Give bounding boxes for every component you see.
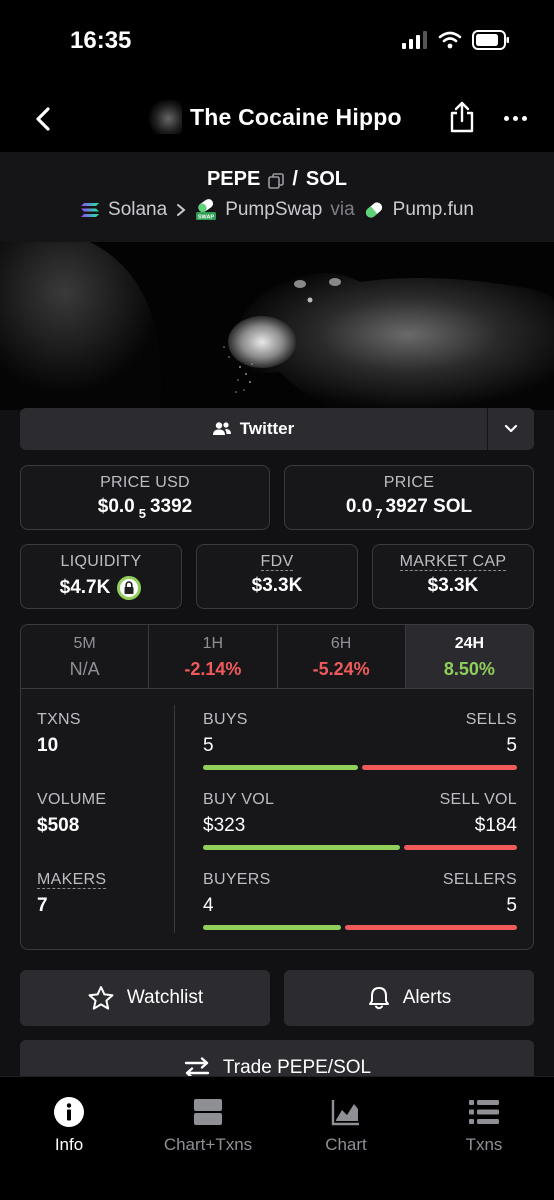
liquidity-label: LIQUIDITY	[60, 553, 142, 570]
lock-icon[interactable]	[116, 575, 142, 601]
tab-24h[interactable]: 24H 8.50%	[405, 625, 533, 688]
info-content[interactable]: PEPE / SOL Solana SWAP PumpSwap via Pump…	[0, 152, 554, 1076]
makers-stat: MAKERS 7	[37, 871, 107, 916]
buys-bar-segment	[203, 765, 358, 770]
back-button[interactable]	[28, 102, 58, 136]
buyers-sellers-bar	[203, 925, 517, 930]
tab-chart[interactable]: Chart	[281, 1097, 411, 1155]
swap-arrows-icon	[184, 1057, 210, 1076]
via-label: via	[330, 199, 355, 220]
wifi-icon	[438, 31, 462, 49]
txns-stat: TXNS 10	[37, 711, 81, 756]
stats-panel: 5M N/A 1H -2.14% 6H -5.24% 24H 8.50% TXN…	[20, 624, 534, 950]
battery-icon	[472, 30, 509, 50]
timeframe-tabs: 5M N/A 1H -2.14% 6H -5.24% 24H 8.50%	[21, 625, 533, 689]
alerts-button[interactable]: Alerts	[284, 970, 534, 1026]
pumpswap-icon: SWAP	[196, 199, 217, 221]
twitter-button[interactable]: Twitter	[20, 408, 486, 450]
chain-link[interactable]: Solana	[108, 199, 167, 221]
market-cap-value: $3.3K	[427, 575, 479, 596]
list-icon	[469, 1100, 499, 1124]
chevron-left-icon	[36, 107, 50, 131]
volume-stat: VOLUME $508	[37, 791, 107, 836]
dex-link[interactable]: PumpSwap	[225, 199, 322, 221]
star-icon	[88, 986, 114, 1010]
social-links-row: Twitter	[20, 408, 534, 450]
liquidity-value: $4.7K	[21, 575, 181, 601]
pair-header: PEPE / SOL Solana SWAP PumpSwap via Pump…	[0, 152, 554, 242]
token-avatar	[148, 100, 182, 134]
token-title: The Cocaine Hippo	[148, 100, 402, 134]
tab-5m[interactable]: 5M N/A	[21, 625, 150, 688]
fdv-card: FDV $3.3K	[196, 544, 358, 609]
buy-sell-volume-bar	[203, 845, 517, 850]
copy-icon[interactable]	[268, 172, 285, 189]
buy-volume-bar-segment	[203, 845, 400, 850]
tab-info[interactable]: Info	[4, 1097, 134, 1155]
share-icon	[450, 101, 474, 133]
share-button[interactable]	[448, 100, 476, 136]
status-time: 16:35	[70, 27, 132, 54]
pumpfun-icon	[365, 202, 382, 218]
price-native-label: PRICE	[383, 474, 435, 491]
quote-symbol: SOL	[305, 168, 348, 190]
price-usd-value: $0.0 5 3392	[97, 496, 193, 521]
chart-icon	[331, 1100, 359, 1126]
status-icons	[402, 30, 510, 50]
twitter-label: Twitter	[239, 419, 295, 438]
price-usd-label: PRICE USD	[100, 474, 190, 491]
more-dots-icon	[503, 115, 509, 121]
buy-sell-volume-stat: BUY VOL SELL VOL $323 $184	[203, 791, 517, 850]
sellers-bar-segment	[345, 925, 517, 930]
fdv-label[interactable]: FDV	[197, 553, 357, 571]
trade-button[interactable]: Trade PEPE/SOL	[20, 1040, 534, 1076]
chain-breadcrumb: Solana SWAP PumpSwap via Pump.fun	[0, 199, 554, 221]
token-banner-image	[0, 242, 554, 410]
price-native-value: 0.0 7 3927 SOL	[345, 496, 473, 521]
tab-chart-txns[interactable]: Chart+Txns	[143, 1097, 273, 1155]
action-buttons: Watchlist Alerts	[20, 970, 534, 1026]
more-links-dropdown[interactable]	[487, 408, 534, 450]
chevron-right-icon	[177, 204, 186, 216]
solana-icon	[81, 203, 100, 217]
liquidity-card: LIQUIDITY $4.7K	[20, 544, 182, 609]
fdv-value: $3.3K	[251, 575, 303, 596]
sell-volume-bar-segment	[404, 845, 517, 850]
pair-name: PEPE / SOL	[0, 168, 554, 191]
tab-txns[interactable]: Txns	[419, 1097, 549, 1155]
sells-bar-segment	[362, 765, 517, 770]
nav-bar: The Cocaine Hippo	[0, 88, 554, 152]
bottom-tab-bar: Info Chart+Txns Chart Txns	[0, 1076, 554, 1200]
page-title: The Cocaine Hippo	[190, 103, 402, 130]
market-cap-card: MARKET CAP $3.3K	[372, 544, 534, 609]
price-native-card: PRICE 0.0 7 3927 SOL	[284, 465, 534, 530]
market-cap-label[interactable]: MARKET CAP	[373, 553, 533, 571]
buyers-sellers-stat: BUYERS SELLERS 4 5	[203, 871, 517, 930]
buyers-bar-segment	[203, 925, 341, 930]
split-icon	[194, 1099, 222, 1125]
more-button[interactable]	[500, 104, 530, 132]
chevron-down-icon	[504, 424, 518, 433]
watchlist-button[interactable]: Watchlist	[20, 970, 270, 1026]
stats-divider	[174, 705, 175, 933]
price-usd-card: PRICE USD $0.0 5 3392	[20, 465, 270, 530]
signal-icon	[402, 31, 427, 49]
pair-separator: /	[292, 168, 298, 190]
buys-sells-bar	[203, 765, 517, 770]
users-icon	[212, 422, 231, 435]
status-bar: 16:35	[0, 0, 554, 88]
base-symbol: PEPE	[206, 168, 261, 190]
bell-icon	[368, 987, 389, 1010]
tab-1h[interactable]: 1H -2.14%	[149, 625, 278, 688]
tab-6h[interactable]: 6H -5.24%	[278, 625, 406, 688]
launchpad-link[interactable]: Pump.fun	[393, 199, 474, 221]
svg-text:SWAP: SWAP	[198, 215, 215, 221]
buys-sells-stat: BUYS SELLS 5 5	[203, 711, 517, 770]
info-icon	[54, 1097, 84, 1127]
